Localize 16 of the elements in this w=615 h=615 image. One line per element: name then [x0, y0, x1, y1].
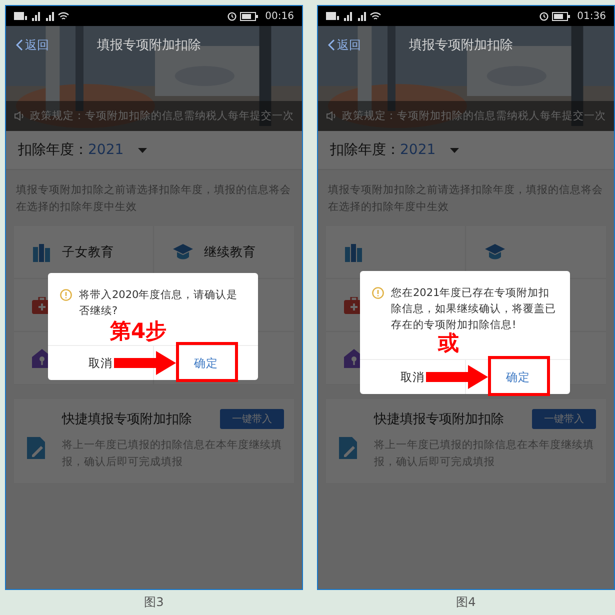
category-label: 子女教育	[62, 244, 114, 260]
year-label: 扣除年度：	[18, 141, 88, 159]
status-time: 00:16	[265, 10, 294, 22]
quick-fill-title: 快捷填报专项附加扣除	[62, 411, 193, 428]
category-label: 继续教育	[204, 244, 256, 260]
figure-caption: 图3	[144, 594, 164, 611]
step-annotation: 第4步	[110, 321, 167, 342]
page-title: 填报专项附加扣除	[96, 37, 202, 54]
step-annotation: 或	[438, 333, 459, 354]
page-title: 填报专项附加扣除	[408, 37, 514, 54]
dialog-message: 您在2021年度已存在专项附加扣除信息，如果继续确认，将覆盖已存在的专项附加扣除信息!	[391, 286, 557, 332]
year-label: 扣除年度：	[330, 141, 400, 159]
status-time: 01:36	[577, 10, 606, 22]
quick-fill-title: 快捷填报专项附加扣除	[374, 411, 505, 428]
figure-caption: 图4	[456, 594, 476, 611]
dialog-message: 将带入2020年度信息，请确认是否继续?	[79, 288, 239, 319]
